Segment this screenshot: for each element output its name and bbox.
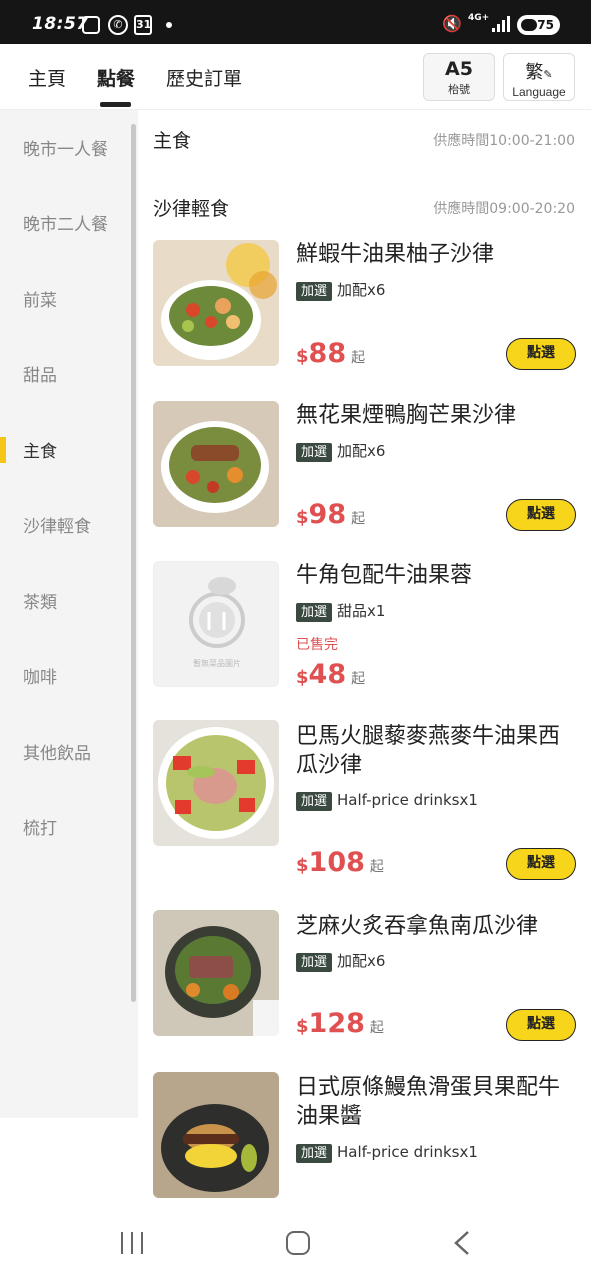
table-label: 枱號 [448,83,470,96]
category-sidebar: 晚市一人餐 晚市二人餐 前菜 甜品 主食 沙律輕食 茶類 咖啡 其他飲品 梳打 [0,110,138,1118]
addon-text: 加配x6 [337,442,386,460]
tab-order[interactable]: 點餐 [97,64,135,91]
system-nav-bar [0,1200,591,1280]
dish-addon: 加選 加配x6 [296,280,385,301]
dish-name: 日式原條鰻魚滑蛋貝果配牛油果醬 [296,1075,561,1129]
addon-badge: 加選 [296,792,333,811]
calendar-icon: 31 [134,15,152,35]
screenshot-icon [82,16,100,34]
dish-addon: 加選 加配x6 [296,441,385,462]
addon-badge: 加選 [296,953,333,972]
dish-addon: 加選 Half-price drinksx1 [296,1142,478,1163]
signal-icon [492,16,510,32]
back-icon[interactable] [452,1230,472,1256]
soldout-label: 已售完 [296,637,338,653]
dish-photo[interactable] [153,720,279,846]
addon-badge: 加選 [296,443,333,462]
dish-price: $98 起 [296,499,366,530]
dish-price: $88 起 [296,338,366,369]
section-hours: 供應時間09:00-20:20 [433,201,575,217]
table-number-button[interactable]: A5 枱號 [423,53,495,101]
table-number: A5 [445,58,473,80]
battery-icon: 75 [517,15,560,35]
dish-price: $108 起 [296,847,384,878]
dish-addon: 加選 加配x6 [296,951,385,972]
sidebar-item-dessert[interactable]: 甜品 [23,361,57,386]
sidebar-item-salad[interactable]: 沙律輕食 [23,512,91,537]
top-nav: 主頁 點餐 歷史訂單 A5 枱號 繁✎ Language [0,44,591,110]
addon-badge: 加選 [296,282,333,301]
recent-apps-icon[interactable] [121,1232,145,1254]
order-button[interactable]: 點選 [506,1009,576,1041]
home-icon[interactable] [286,1231,310,1255]
addon-text: Half-price drinksx1 [337,791,478,809]
sidebar-item-other-drinks[interactable]: 其他飲品 [23,739,91,764]
addon-text: 加配x6 [337,281,386,299]
addon-text: 甜品x1 [337,602,386,620]
dish-name: 無花果煙鴨胸芒果沙律 [296,403,517,428]
sidebar-item-appetizer[interactable]: 前菜 [23,286,57,311]
language-button[interactable]: 繁✎ Language [503,53,575,101]
dish-photo-placeholder: 暫無菜品圖片 [153,561,279,687]
sidebar-scrollbar[interactable] [131,124,136,1002]
menu-list: 主食 供應時間10:00-21:00 沙律輕食 供應時間09:00-20:20 … [138,110,591,1200]
dish-price: $128 起 [296,1008,384,1039]
language-label: Language [512,85,566,99]
sidebar-active-indicator [0,437,6,463]
addon-badge: 加選 [296,603,333,622]
order-button[interactable]: 點選 [506,338,576,370]
addon-text: 加配x6 [337,952,386,970]
dish-photo[interactable] [153,401,279,527]
dish-photo[interactable] [153,910,279,1036]
whatsapp-icon: ✆ [108,15,128,35]
tab-history[interactable]: 歷史訂單 [166,64,242,91]
notification-dot-icon [166,22,172,28]
edit-icon: ✎ [543,68,553,81]
order-button[interactable]: 點選 [506,848,576,880]
sidebar-item-coffee[interactable]: 咖啡 [23,663,57,688]
dish-photo[interactable] [153,1072,279,1198]
status-bar: 18:57 ✆ 31 🔇 4G+ 75 [0,0,591,44]
dish-name: 巴馬火腿藜麥燕麥牛油果西瓜沙律 [296,724,561,778]
section-title: 主食 [153,130,192,152]
active-tab-indicator [100,102,131,107]
order-button[interactable]: 點選 [506,499,576,531]
dish-name: 芝麻火炙吞拿魚南瓜沙律 [296,914,539,939]
addon-badge: 加選 [296,1144,333,1163]
language-current: 繁 [525,62,544,83]
sidebar-item-main[interactable]: 主食 [23,437,57,462]
sidebar-item-dinner-single[interactable]: 晚市一人餐 [23,135,108,160]
status-time: 18:57 [32,14,89,34]
section-title: 沙律輕食 [153,198,230,220]
mute-icon: 🔇 [442,14,462,33]
dish-addon: 加選 Half-price drinksx1 [296,790,478,811]
dish-price: $48 起 [296,659,366,690]
sidebar-item-tea[interactable]: 茶類 [23,588,57,613]
dish-addon: 加選 甜品x1 [296,601,385,622]
addon-text: Half-price drinksx1 [337,1143,478,1161]
sidebar-item-soda[interactable]: 梳打 [23,814,57,839]
dish-photo[interactable] [153,240,279,366]
network-type: 4G+ [468,13,490,23]
section-hours: 供應時間10:00-21:00 [433,133,575,149]
tab-home[interactable]: 主頁 [28,64,66,91]
sidebar-item-dinner-double[interactable]: 晚市二人餐 [23,210,108,235]
dish-name: 牛角包配牛油果蓉 [296,563,473,588]
placeholder-text: 暫無菜品圖片 [193,659,241,668]
dish-name: 鮮蝦牛油果柚子沙律 [296,242,495,267]
